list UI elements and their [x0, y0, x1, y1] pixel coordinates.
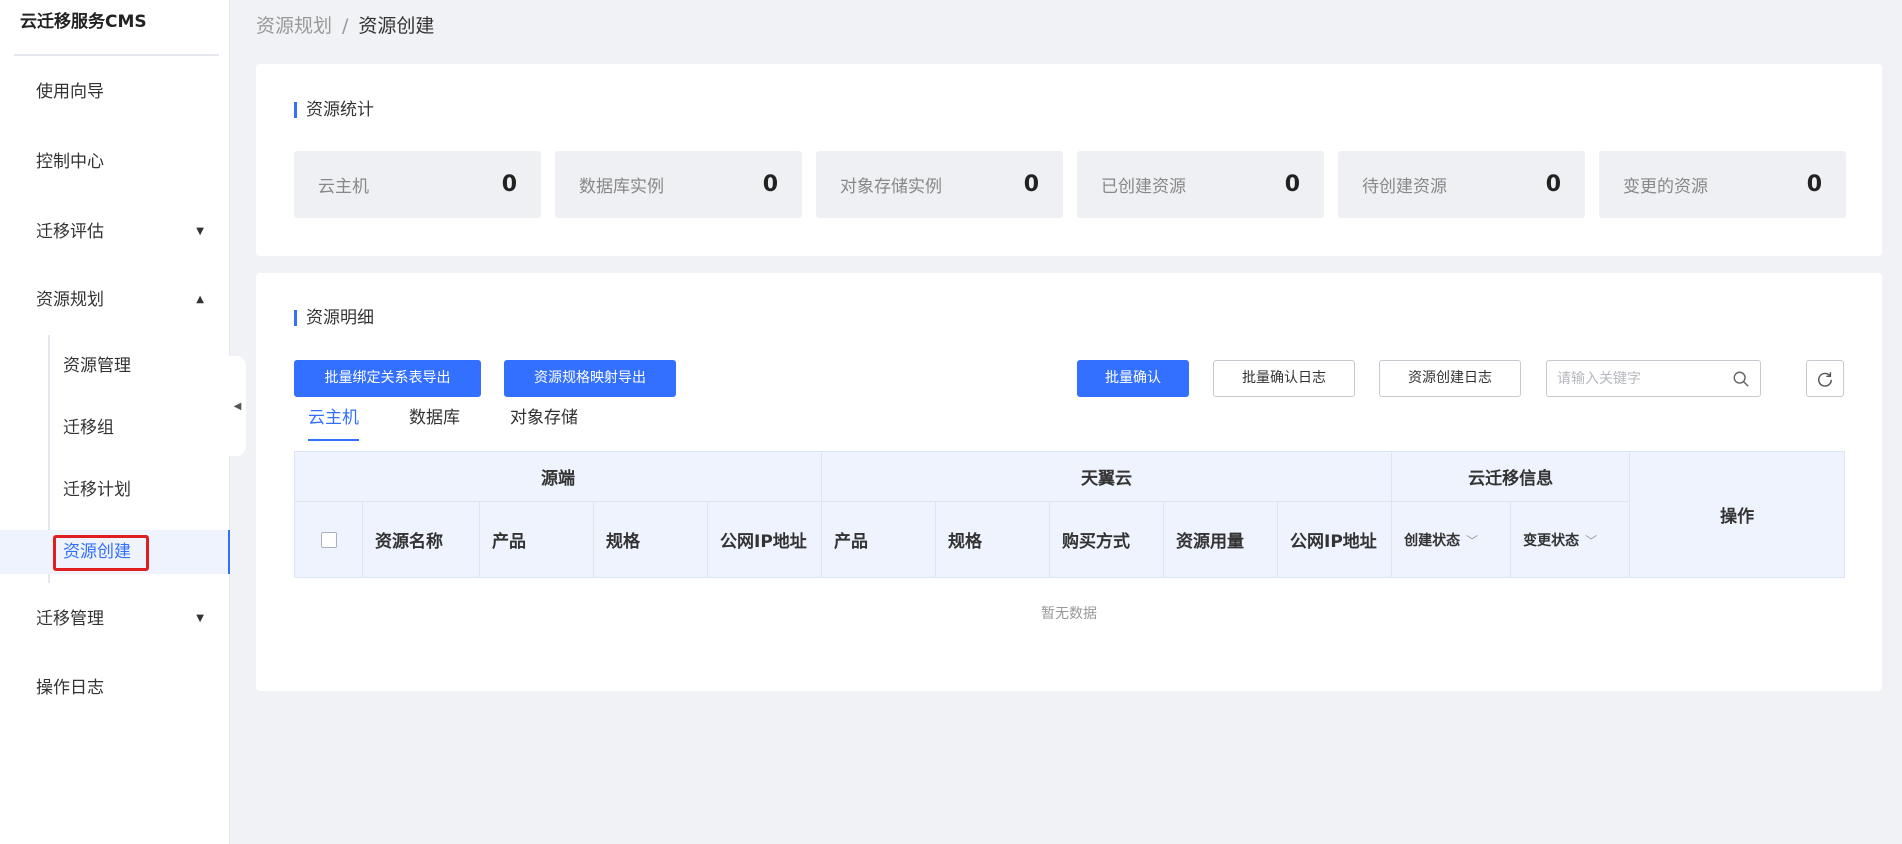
sidebar-item-label: 迁移评估: [36, 222, 104, 242]
caret-up-icon: ▲: [196, 294, 204, 305]
sidebar-item-label: 资源管理: [63, 356, 131, 376]
header-source-public-ip: 公网IP地址: [706, 501, 823, 578]
stat-value: 0: [501, 172, 517, 197]
caret-down-icon: ▼: [196, 226, 204, 237]
header-source-product: 产品: [479, 501, 594, 578]
stat-label: 数据库实例: [579, 177, 664, 197]
breadcrumb: 资源规划 / 资源创建: [256, 12, 434, 40]
sidebar-subitem-migration-group[interactable]: 迁移组: [50, 406, 230, 450]
header-group-tianyi: 天翼云: [821, 451, 1393, 502]
empty-state-text: 暂无数据: [1041, 606, 1097, 622]
search-box: [1546, 360, 1761, 397]
sidebar-item-label: 迁移组: [63, 418, 114, 438]
header-tianyi-spec: 规格: [935, 501, 1051, 578]
sidebar-item-guide[interactable]: 使用向导: [0, 70, 230, 114]
sidebar-item-label: 迁移计划: [63, 480, 131, 500]
stat-value: 0: [1284, 172, 1300, 197]
header-create-status[interactable]: 创建状态 ﹀: [1391, 501, 1512, 578]
header-tianyi-product: 产品: [821, 501, 937, 578]
sidebar-subitem-resource-management[interactable]: 资源管理: [50, 344, 230, 388]
detail-title: 资源明细: [294, 308, 374, 328]
sidebar-collapse-button[interactable]: ◀: [229, 356, 246, 456]
header-tianyi-public-ip: 公网IP地址: [1277, 501, 1393, 578]
sidebar-item-migration-management[interactable]: 迁移管理 ▼: [0, 597, 230, 641]
breadcrumb-separator: /: [342, 15, 349, 37]
stat-created: 已创建资源 0: [1077, 151, 1324, 218]
stat-database-instance: 数据库实例 0: [555, 151, 802, 218]
resource-tabs: 云主机 数据库 对象存储: [308, 405, 628, 441]
sidebar-item-resource-planning[interactable]: 资源规划 ▲: [0, 278, 230, 322]
stat-label: 云主机: [318, 177, 369, 197]
chevron-down-icon: ﹀: [1585, 533, 1598, 548]
sidebar-item-label: 控制中心: [36, 152, 104, 172]
search-input[interactable]: [1557, 370, 1732, 387]
resource-table: 源端 天翼云 云迁移信息 操作 资源名称 产品 规格 公网IP地址 产品 规格 …: [293, 451, 1846, 578]
sidebar-item-control-center[interactable]: 控制中心: [0, 140, 230, 184]
header-resource-name: 资源名称: [362, 501, 480, 578]
sidebar-item-label: 资源创建: [63, 542, 131, 562]
caret-down-icon: ▼: [196, 613, 204, 624]
header-group-migration-info: 云迁移信息: [1391, 451, 1631, 502]
creation-log-button[interactable]: 资源创建日志: [1379, 360, 1521, 397]
breadcrumb-current: 资源创建: [358, 15, 435, 37]
stats-title: 资源统计: [294, 100, 374, 120]
header-select-all: [294, 501, 363, 578]
tab-object-storage[interactable]: 对象存储: [510, 405, 578, 441]
header-resource-usage: 资源用量: [1163, 501, 1279, 578]
header-purchase-method: 购买方式: [1049, 501, 1165, 578]
stat-object-storage: 对象存储实例 0: [816, 151, 1063, 218]
export-binding-button[interactable]: 批量绑定关系表导出: [294, 360, 481, 397]
tab-database[interactable]: 数据库: [409, 405, 460, 441]
stat-label: 已创建资源: [1101, 177, 1186, 197]
batch-confirm-log-button[interactable]: 批量确认日志: [1213, 360, 1355, 397]
tab-cloud-host[interactable]: 云主机: [308, 405, 359, 441]
sidebar-item-label: 迁移管理: [36, 609, 104, 629]
chevron-down-icon: ﹀: [1466, 533, 1479, 548]
search-icon[interactable]: [1732, 370, 1750, 388]
sidebar-item-label: 操作日志: [36, 678, 104, 698]
stat-pending: 待创建资源 0: [1338, 151, 1585, 218]
header-create-status-label: 创建状态: [1404, 532, 1461, 549]
header-change-status-label: 变更状态: [1523, 532, 1580, 549]
stat-cloud-host: 云主机 0: [294, 151, 541, 218]
sidebar-item-label: 使用向导: [36, 82, 104, 102]
stats-row: 云主机 0 数据库实例 0 对象存储实例 0 已创建资源 0 待创建资源 0 变更的资源 0: [294, 151, 1846, 218]
sidebar-item-migration-assessment[interactable]: 迁移评估 ▼: [0, 210, 230, 254]
refresh-button[interactable]: [1806, 360, 1844, 397]
breadcrumb-parent[interactable]: 资源规划: [256, 15, 332, 37]
stat-value: 0: [1806, 172, 1822, 197]
caret-left-icon: ◀: [233, 400, 242, 412]
export-mapping-button[interactable]: 资源规格映射导出: [504, 360, 676, 397]
detail-card: 资源明细 批量绑定关系表导出 资源规格映射导出 批量确认 批量确认日志 资源创建…: [256, 273, 1882, 691]
stat-value: 0: [762, 172, 778, 197]
stat-changed: 变更的资源 0: [1599, 151, 1846, 218]
header-group-source: 源端: [293, 451, 823, 502]
select-all-checkbox[interactable]: [320, 531, 337, 548]
sidebar-subitem-migration-plan[interactable]: 迁移计划: [50, 468, 230, 512]
stat-label: 对象存储实例: [840, 177, 942, 197]
stat-label: 变更的资源: [1623, 177, 1708, 197]
stat-value: 0: [1545, 172, 1561, 197]
sidebar-subitem-resource-creation[interactable]: 资源创建: [0, 530, 230, 574]
header-source-spec: 规格: [593, 501, 708, 578]
sidebar-item-operation-log[interactable]: 操作日志: [0, 666, 230, 710]
sidebar-item-label: 资源规划: [36, 290, 104, 310]
app-logo: 云迁移服务CMS: [0, 0, 229, 56]
batch-confirm-button[interactable]: 批量确认: [1077, 360, 1189, 397]
sidebar: 云迁移服务CMS 使用向导 控制中心 迁移评估 ▼ 资源规划 ▲ 资源管理 迁移组 …: [0, 0, 230, 844]
stats-card: 资源统计 云主机 0 数据库实例 0 对象存储实例 0 已创建资源 0 待创建资源 0 变…: [256, 64, 1882, 256]
header-change-status[interactable]: 变更状态 ﹀: [1510, 501, 1631, 578]
header-actions: 操作: [1629, 451, 1846, 578]
refresh-icon: [1818, 371, 1833, 387]
stat-label: 待创建资源: [1362, 177, 1447, 197]
stat-value: 0: [1023, 172, 1039, 197]
